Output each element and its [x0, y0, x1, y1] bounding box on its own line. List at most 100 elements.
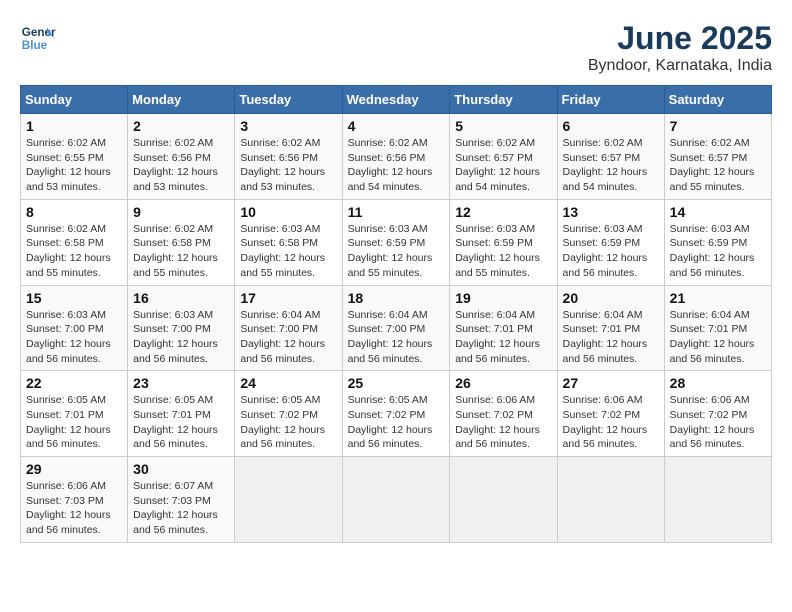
day-info: Sunrise: 6:06 AM Sunset: 7:02 PM Dayligh… — [563, 393, 659, 452]
day-info: Sunrise: 6:06 AM Sunset: 7:03 PM Dayligh… — [26, 479, 122, 538]
table-row: 11 Sunrise: 6:03 AM Sunset: 6:59 PM Dayl… — [342, 199, 450, 285]
day-info: Sunrise: 6:04 AM Sunset: 7:01 PM Dayligh… — [670, 308, 766, 367]
day-number: 4 — [348, 118, 445, 134]
day-number: 5 — [455, 118, 551, 134]
table-row — [664, 457, 771, 543]
table-row: 29 Sunrise: 6:06 AM Sunset: 7:03 PM Dayl… — [21, 457, 128, 543]
table-row: 10 Sunrise: 6:03 AM Sunset: 6:58 PM Dayl… — [235, 199, 342, 285]
calendar-table: Sunday Monday Tuesday Wednesday Thursday… — [20, 85, 772, 543]
table-row: 1 Sunrise: 6:02 AM Sunset: 6:55 PM Dayli… — [21, 114, 128, 200]
table-row: 18 Sunrise: 6:04 AM Sunset: 7:00 PM Dayl… — [342, 285, 450, 371]
table-row: 19 Sunrise: 6:04 AM Sunset: 7:01 PM Dayl… — [450, 285, 557, 371]
day-number: 20 — [563, 290, 659, 306]
day-info: Sunrise: 6:03 AM Sunset: 7:00 PM Dayligh… — [26, 308, 122, 367]
day-number: 25 — [348, 375, 445, 391]
day-number: 7 — [670, 118, 766, 134]
day-number: 16 — [133, 290, 229, 306]
day-number: 22 — [26, 375, 122, 391]
table-row: 16 Sunrise: 6:03 AM Sunset: 7:00 PM Dayl… — [128, 285, 235, 371]
calendar-week-row: 8 Sunrise: 6:02 AM Sunset: 6:58 PM Dayli… — [21, 199, 772, 285]
day-info: Sunrise: 6:02 AM Sunset: 6:56 PM Dayligh… — [133, 136, 229, 195]
table-row: 2 Sunrise: 6:02 AM Sunset: 6:56 PM Dayli… — [128, 114, 235, 200]
table-row — [450, 457, 557, 543]
calendar-header-row: Sunday Monday Tuesday Wednesday Thursday… — [21, 86, 772, 114]
day-info: Sunrise: 6:04 AM Sunset: 7:01 PM Dayligh… — [455, 308, 551, 367]
col-sunday: Sunday — [21, 86, 128, 114]
calendar-week-row: 15 Sunrise: 6:03 AM Sunset: 7:00 PM Dayl… — [21, 285, 772, 371]
calendar-week-row: 1 Sunrise: 6:02 AM Sunset: 6:55 PM Dayli… — [21, 114, 772, 200]
table-row: 7 Sunrise: 6:02 AM Sunset: 6:57 PM Dayli… — [664, 114, 771, 200]
table-row: 28 Sunrise: 6:06 AM Sunset: 7:02 PM Dayl… — [664, 371, 771, 457]
day-number: 2 — [133, 118, 229, 134]
day-number: 9 — [133, 204, 229, 220]
header: General Blue June 2025 Byndoor, Karnatak… — [20, 20, 772, 75]
table-row: 25 Sunrise: 6:05 AM Sunset: 7:02 PM Dayl… — [342, 371, 450, 457]
table-row: 24 Sunrise: 6:05 AM Sunset: 7:02 PM Dayl… — [235, 371, 342, 457]
table-row: 13 Sunrise: 6:03 AM Sunset: 6:59 PM Dayl… — [557, 199, 664, 285]
calendar-week-row: 22 Sunrise: 6:05 AM Sunset: 7:01 PM Dayl… — [21, 371, 772, 457]
day-info: Sunrise: 6:03 AM Sunset: 6:59 PM Dayligh… — [670, 222, 766, 281]
day-number: 8 — [26, 204, 122, 220]
title-area: June 2025 Byndoor, Karnataka, India — [588, 20, 772, 75]
table-row: 12 Sunrise: 6:03 AM Sunset: 6:59 PM Dayl… — [450, 199, 557, 285]
table-row: 15 Sunrise: 6:03 AM Sunset: 7:00 PM Dayl… — [21, 285, 128, 371]
day-number: 24 — [240, 375, 336, 391]
day-info: Sunrise: 6:02 AM Sunset: 6:57 PM Dayligh… — [455, 136, 551, 195]
day-number: 28 — [670, 375, 766, 391]
table-row: 20 Sunrise: 6:04 AM Sunset: 7:01 PM Dayl… — [557, 285, 664, 371]
svg-text:General: General — [22, 26, 56, 39]
col-thursday: Thursday — [450, 86, 557, 114]
col-monday: Monday — [128, 86, 235, 114]
col-friday: Friday — [557, 86, 664, 114]
svg-text:Blue: Blue — [22, 39, 48, 52]
day-info: Sunrise: 6:02 AM Sunset: 6:56 PM Dayligh… — [348, 136, 445, 195]
day-info: Sunrise: 6:03 AM Sunset: 6:58 PM Dayligh… — [240, 222, 336, 281]
day-info: Sunrise: 6:05 AM Sunset: 7:02 PM Dayligh… — [348, 393, 445, 452]
table-row: 3 Sunrise: 6:02 AM Sunset: 6:56 PM Dayli… — [235, 114, 342, 200]
day-number: 1 — [26, 118, 122, 134]
day-number: 21 — [670, 290, 766, 306]
day-number: 12 — [455, 204, 551, 220]
day-number: 17 — [240, 290, 336, 306]
table-row: 26 Sunrise: 6:06 AM Sunset: 7:02 PM Dayl… — [450, 371, 557, 457]
day-info: Sunrise: 6:05 AM Sunset: 7:01 PM Dayligh… — [26, 393, 122, 452]
day-info: Sunrise: 6:05 AM Sunset: 7:02 PM Dayligh… — [240, 393, 336, 452]
day-number: 19 — [455, 290, 551, 306]
day-number: 29 — [26, 461, 122, 477]
table-row — [235, 457, 342, 543]
day-number: 23 — [133, 375, 229, 391]
table-row: 30 Sunrise: 6:07 AM Sunset: 7:03 PM Dayl… — [128, 457, 235, 543]
day-number: 14 — [670, 204, 766, 220]
logo: General Blue — [20, 20, 56, 56]
day-info: Sunrise: 6:02 AM Sunset: 6:57 PM Dayligh… — [563, 136, 659, 195]
day-info: Sunrise: 6:02 AM Sunset: 6:56 PM Dayligh… — [240, 136, 336, 195]
table-row: 17 Sunrise: 6:04 AM Sunset: 7:00 PM Dayl… — [235, 285, 342, 371]
table-row: 8 Sunrise: 6:02 AM Sunset: 6:58 PM Dayli… — [21, 199, 128, 285]
day-info: Sunrise: 6:03 AM Sunset: 6:59 PM Dayligh… — [455, 222, 551, 281]
day-info: Sunrise: 6:02 AM Sunset: 6:58 PM Dayligh… — [133, 222, 229, 281]
table-row: 4 Sunrise: 6:02 AM Sunset: 6:56 PM Dayli… — [342, 114, 450, 200]
day-info: Sunrise: 6:06 AM Sunset: 7:02 PM Dayligh… — [670, 393, 766, 452]
location: Byndoor, Karnataka, India — [588, 57, 772, 75]
table-row: 21 Sunrise: 6:04 AM Sunset: 7:01 PM Dayl… — [664, 285, 771, 371]
col-tuesday: Tuesday — [235, 86, 342, 114]
day-number: 6 — [563, 118, 659, 134]
day-info: Sunrise: 6:04 AM Sunset: 7:00 PM Dayligh… — [348, 308, 445, 367]
table-row — [342, 457, 450, 543]
day-info: Sunrise: 6:06 AM Sunset: 7:02 PM Dayligh… — [455, 393, 551, 452]
day-info: Sunrise: 6:07 AM Sunset: 7:03 PM Dayligh… — [133, 479, 229, 538]
day-number: 10 — [240, 204, 336, 220]
day-info: Sunrise: 6:03 AM Sunset: 6:59 PM Dayligh… — [348, 222, 445, 281]
calendar-week-row: 29 Sunrise: 6:06 AM Sunset: 7:03 PM Dayl… — [21, 457, 772, 543]
day-info: Sunrise: 6:04 AM Sunset: 7:01 PM Dayligh… — [563, 308, 659, 367]
day-info: Sunrise: 6:03 AM Sunset: 6:59 PM Dayligh… — [563, 222, 659, 281]
day-number: 11 — [348, 204, 445, 220]
day-number: 13 — [563, 204, 659, 220]
table-row: 23 Sunrise: 6:05 AM Sunset: 7:01 PM Dayl… — [128, 371, 235, 457]
col-wednesday: Wednesday — [342, 86, 450, 114]
table-row: 27 Sunrise: 6:06 AM Sunset: 7:02 PM Dayl… — [557, 371, 664, 457]
table-row: 14 Sunrise: 6:03 AM Sunset: 6:59 PM Dayl… — [664, 199, 771, 285]
table-row: 6 Sunrise: 6:02 AM Sunset: 6:57 PM Dayli… — [557, 114, 664, 200]
month-year: June 2025 — [588, 20, 772, 57]
day-info: Sunrise: 6:02 AM Sunset: 6:58 PM Dayligh… — [26, 222, 122, 281]
